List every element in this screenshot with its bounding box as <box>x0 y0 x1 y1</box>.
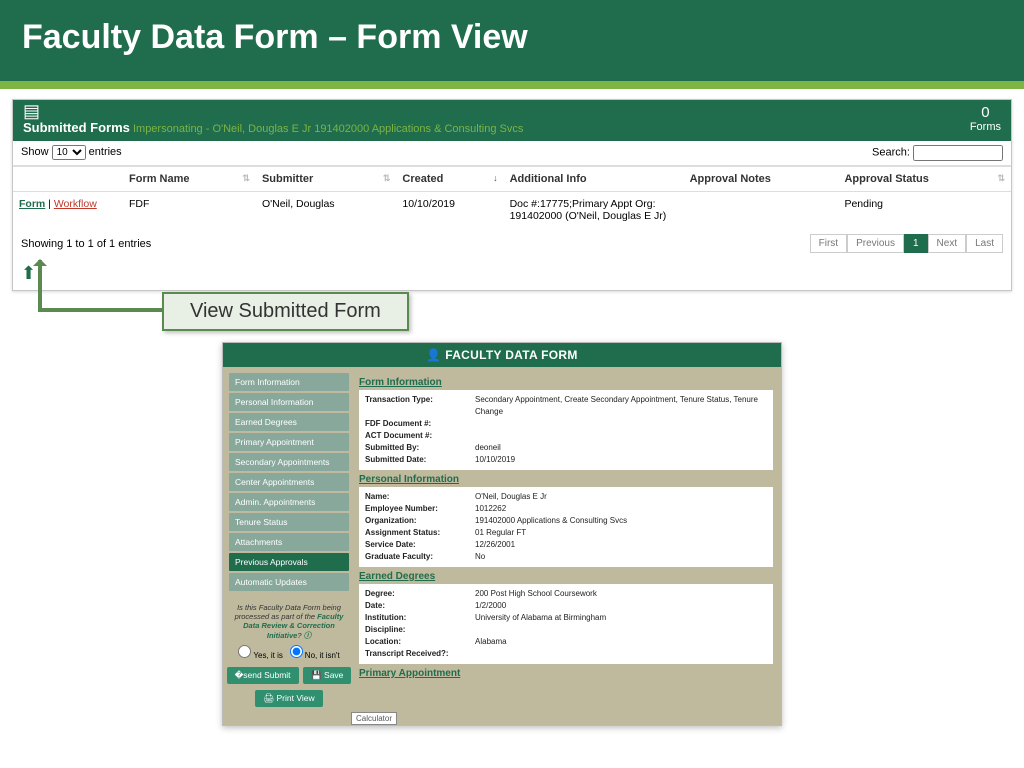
forms-count: 0 Forms <box>970 104 1001 133</box>
row-actions: Form | Workflow <box>13 192 123 229</box>
pager-next[interactable]: Next <box>928 234 967 253</box>
degrees-body: Degree:200 Post High School CourseworkDa… <box>359 584 773 664</box>
cell-submitter: O'Neil, Douglas <box>256 192 396 229</box>
pager: First Previous 1 Next Last <box>810 234 1003 253</box>
action-buttons: �send Submit 💾 Save <box>223 664 355 687</box>
field-row: Graduate Faculty:No <box>365 551 767 563</box>
personal-body: Name:O'Neil, Douglas E JrEmployee Number… <box>359 487 773 567</box>
form-header: 👤 FACULTY DATA FORM <box>223 343 781 367</box>
field-row: Assignment Status:01 Regular FT <box>365 527 767 539</box>
panel-header: ▤ Submitted Forms Impersonating - O'Neil… <box>13 100 1011 141</box>
col-created[interactable]: Created↓ <box>396 167 503 192</box>
nav-item-personal-information[interactable]: Personal Information <box>229 393 349 411</box>
pager-first[interactable]: First <box>810 234 847 253</box>
col-submitter[interactable]: Submitter⇅ <box>256 167 396 192</box>
field-row: Organization:191402000 Applications & Co… <box>365 515 767 527</box>
submit-button[interactable]: �send Submit <box>227 667 299 684</box>
field-row: Name:O'Neil, Douglas E Jr <box>365 491 767 503</box>
entries-select[interactable]: 10 <box>52 145 86 160</box>
field-row: Submitted By:deoneil <box>365 442 767 454</box>
cell-notes <box>684 192 839 229</box>
print-button[interactable]: 🖨 Print View <box>255 690 322 707</box>
document-icon: ▤ <box>23 102 1001 120</box>
col-notes[interactable]: Approval Notes <box>684 167 839 192</box>
save-button[interactable]: 💾 Save <box>303 667 351 684</box>
table-toolbar: Show 10 entries Search: <box>13 141 1011 166</box>
field-row: Degree:200 Post High School Coursework <box>365 588 767 600</box>
table-row: Form | Workflow FDF O'Neil, Douglas 10/1… <box>13 192 1011 229</box>
radio-no[interactable]: No, it isn't <box>290 651 340 660</box>
col-additional[interactable]: Additional Info <box>504 167 684 192</box>
field-row: Service Date:12/26/2001 <box>365 539 767 551</box>
table-footer: Showing 1 to 1 of 1 entries First Previo… <box>13 228 1011 263</box>
workflow-link[interactable]: Workflow <box>54 198 97 210</box>
show-entries: Show 10 entries <box>21 145 122 161</box>
nav-item-primary-appointment[interactable]: Primary Appointment <box>229 433 349 451</box>
radio-yes[interactable]: Yes, it is <box>238 651 283 660</box>
nav-item-admin-appointments[interactable]: Admin. Appointments <box>229 493 349 511</box>
cell-created: 10/10/2019 <box>396 192 503 229</box>
nav-item-tenure-status[interactable]: Tenure Status <box>229 513 349 531</box>
field-row: ACT Document #: <box>365 430 767 442</box>
field-row: Institution:University of Alabama at Bir… <box>365 612 767 624</box>
form-title: FACULTY DATA FORM <box>445 348 577 362</box>
impersonation-text: Impersonating - O'Neil, Douglas E Jr 191… <box>133 123 523 135</box>
pager-1[interactable]: 1 <box>904 234 928 253</box>
pager-prev[interactable]: Previous <box>847 234 904 253</box>
cell-status: Pending <box>838 192 1011 229</box>
nav-item-earned-degrees[interactable]: Earned Degrees <box>229 413 349 431</box>
nav-item-secondary-appointments[interactable]: Secondary Appointments <box>229 453 349 471</box>
panel-title: Submitted Forms <box>23 120 130 135</box>
nav-item-center-appointments[interactable]: Center Appointments <box>229 473 349 491</box>
nav-item-automatic-updates[interactable]: Automatic Updates <box>229 573 349 591</box>
nav-item-previous-approvals[interactable]: Previous Approvals <box>229 553 349 571</box>
field-row: Submitted Date:10/10/2019 <box>365 454 767 466</box>
submitted-forms-panel: ▤ Submitted Forms Impersonating - O'Neil… <box>12 99 1012 291</box>
field-row: Date:1/2/2000 <box>365 600 767 612</box>
cell-additional: Doc #:17775;Primary Appt Org: 191402000 … <box>504 192 684 229</box>
search-group: Search: <box>872 145 1003 161</box>
pager-last[interactable]: Last <box>966 234 1003 253</box>
initiative-radios: Yes, it is No, it isn't <box>223 645 355 664</box>
side-nav: Form Information Personal Information Earn… <box>223 367 355 599</box>
callout-arrow <box>38 260 42 312</box>
field-row: Employee Number:1012262 <box>365 503 767 515</box>
section-degrees: Earned Degrees <box>359 571 773 582</box>
field-row: Discipline: <box>365 624 767 636</box>
col-form-name[interactable]: Form Name⇅ <box>123 167 256 192</box>
count-number: 0 <box>970 104 1001 121</box>
nav-item-attachments[interactable]: Attachments <box>229 533 349 551</box>
section-personal: Personal Information <box>359 474 773 485</box>
search-label: Search: <box>872 147 910 159</box>
section-primary: Primary Appointment <box>359 668 773 679</box>
helper-text: Is this Faculty Data Form being processe… <box>223 599 355 645</box>
field-row: Transaction Type:Secondary Appointment, … <box>365 394 767 418</box>
forms-table: Form Name⇅ Submitter⇅ Created↓ Additiona… <box>13 166 1011 228</box>
section-form-info: Form Information <box>359 377 773 388</box>
user-icon: 👤 <box>426 348 441 362</box>
field-row: Location:Alabama <box>365 636 767 648</box>
faculty-form-panel: 👤 FACULTY DATA FORM Form Information Pers… <box>222 342 782 726</box>
showing-text: Showing 1 to 1 of 1 entries <box>21 238 151 250</box>
col-status[interactable]: Approval Status⇅ <box>838 167 1011 192</box>
nav-item-form-information[interactable]: Form Information <box>229 373 349 391</box>
field-row: FDF Document #: <box>365 418 767 430</box>
col-actions[interactable] <box>13 167 123 192</box>
accent-bar <box>0 81 1024 89</box>
search-input[interactable] <box>913 145 1003 161</box>
page-banner: Faculty Data Form – Form View <box>0 0 1024 81</box>
form-link[interactable]: Form <box>19 198 45 210</box>
entries-label: entries <box>89 146 122 158</box>
scroll-top-icon[interactable]: ⬆ <box>13 263 1011 290</box>
cell-form-name: FDF <box>123 192 256 229</box>
field-row: Transcript Received?: <box>365 648 767 660</box>
calculator-button[interactable]: Calculator <box>351 712 397 725</box>
show-label: Show <box>21 146 49 158</box>
form-content: Form Information Transaction Type:Second… <box>355 367 781 710</box>
left-column: Form Information Personal Information Earn… <box>223 367 355 710</box>
callout-box: View Submitted Form <box>162 292 409 331</box>
page-title: Faculty Data Form – Form View <box>22 18 1002 57</box>
count-label: Forms <box>970 121 1001 133</box>
form-info-body: Transaction Type:Secondary Appointment, … <box>359 390 773 470</box>
